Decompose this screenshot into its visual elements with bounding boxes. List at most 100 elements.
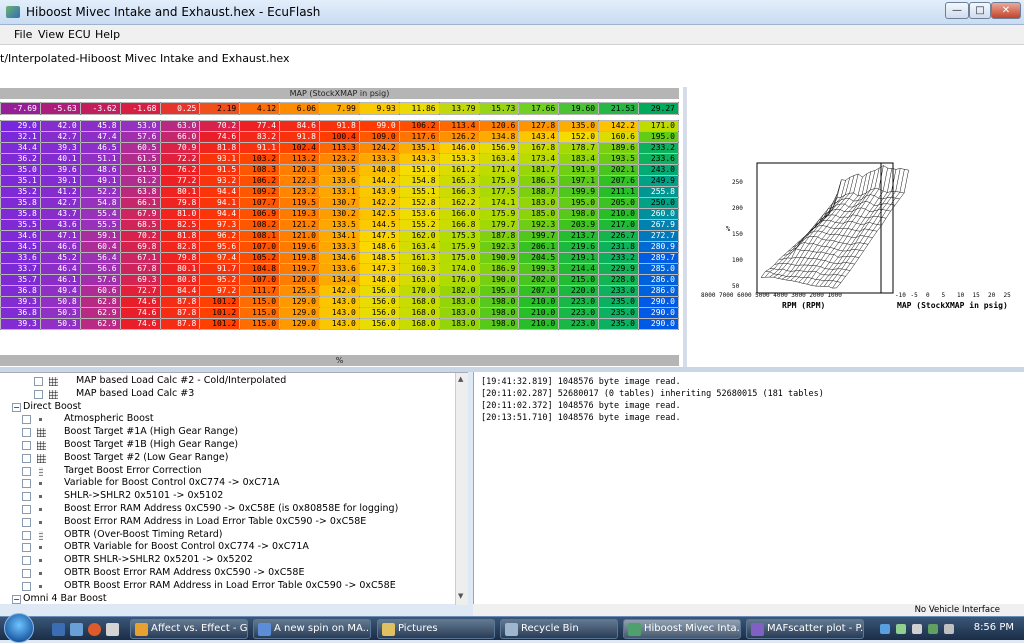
table-cell[interactable]: 210.0 (518, 296, 560, 308)
tree-item[interactable]: Boost Error RAM Address in Load Error Ta… (0, 516, 455, 529)
table-cell[interactable]: 153.3 (438, 153, 480, 165)
table-cell[interactable]: 147.5 (358, 230, 400, 242)
table-cell[interactable]: 35.2 (0, 186, 41, 198)
table-cell[interactable]: 119.8 (279, 252, 320, 264)
table-cell[interactable]: 54.8 (79, 197, 121, 209)
table-cell[interactable]: 198.0 (478, 318, 520, 330)
table-cell[interactable]: 107.7 (239, 197, 281, 209)
table-cell[interactable]: 223.0 (558, 296, 600, 308)
table-cell[interactable]: 133.3 (358, 153, 400, 165)
table-cell[interactable]: 91.5 (199, 164, 241, 176)
table-cell[interactable]: 63.0 (159, 120, 201, 132)
table-cell[interactable]: 198.0 (558, 208, 600, 220)
table-cell[interactable]: 146.0 (438, 142, 480, 154)
taskbar-button[interactable]: Affect vs. Effect - G... (130, 619, 248, 639)
taskbar-button[interactable]: Recycle Bin (500, 619, 618, 639)
explorer-icon[interactable] (70, 623, 83, 636)
tree-checkbox[interactable] (22, 556, 31, 566)
table-cell[interactable]: 91.7 (199, 263, 241, 275)
table-cell[interactable]: 70.2 (119, 230, 161, 242)
table-cell[interactable]: 156.0 (358, 296, 400, 308)
table-cell[interactable]: 49.4 (39, 285, 81, 297)
tree-checkbox[interactable] (22, 415, 31, 425)
x-axis-cell[interactable]: 0.25 (159, 102, 201, 115)
table-cell[interactable]: 39.3 (0, 318, 41, 330)
x-axis-cell[interactable]: -5.63 (39, 102, 81, 115)
table-cell[interactable]: 223.0 (558, 318, 600, 330)
table-cell[interactable]: 81.0 (159, 208, 201, 220)
table-cell[interactable]: 198.0 (478, 307, 520, 319)
table-cell[interactable]: 96.2 (199, 230, 241, 242)
table-cell[interactable]: 91.8 (319, 120, 360, 132)
table-cell[interactable]: 79.8 (159, 252, 201, 264)
table-cell[interactable]: 81.8 (159, 230, 201, 242)
tree-item[interactable]: SHLR->SHLR2 0x5101 -> 0x5102 (0, 490, 455, 503)
table-cell[interactable]: 87.8 (159, 307, 201, 319)
table-cell[interactable]: 185.0 (518, 208, 560, 220)
table-cell[interactable]: 33.6 (0, 252, 41, 264)
table-cell[interactable]: 59.1 (79, 230, 121, 242)
table-cell[interactable]: 42.7 (39, 131, 81, 143)
table-cell[interactable]: 56.4 (79, 252, 121, 264)
x-axis-cell[interactable]: 4.12 (239, 102, 281, 115)
table-cell[interactable]: 134.4 (319, 274, 360, 286)
table-cell[interactable]: 183.0 (438, 318, 480, 330)
table-cell[interactable]: 39.1 (39, 175, 81, 187)
table-cell[interactable]: 43.6 (39, 219, 81, 231)
table-cell[interactable]: 95.2 (199, 274, 241, 286)
tree-checkbox[interactable] (22, 543, 31, 553)
table-cell[interactable]: 166.0 (438, 208, 480, 220)
tree-checkbox[interactable] (22, 453, 31, 463)
table-cell[interactable]: 199.3 (518, 263, 560, 275)
table-cell[interactable]: 93.1 (199, 153, 241, 165)
tree-item[interactable]: Boost Target #1A (High Gear Range) (0, 426, 455, 439)
table-cell[interactable]: 84.6 (279, 120, 320, 132)
table-cell[interactable]: 97.3 (199, 219, 241, 231)
table-cell[interactable]: 130.5 (319, 164, 360, 176)
table-cell[interactable]: 107.0 (239, 241, 281, 253)
table-cell[interactable]: 50.3 (39, 318, 81, 330)
table-cell[interactable]: 134.8 (478, 131, 520, 143)
table-cell[interactable]: 133.6 (319, 175, 360, 187)
tree-item[interactable]: Boost Target #2 (Low Gear Range) (0, 452, 455, 465)
table-cell[interactable]: 154.8 (398, 175, 440, 187)
table-cell[interactable]: 175.0 (438, 252, 480, 264)
table-cell[interactable]: 178.7 (558, 142, 600, 154)
table-cell[interactable]: 197.1 (558, 175, 600, 187)
table-cell[interactable]: 134.6 (319, 252, 360, 264)
tree-item[interactable]: MAP based Load Calc #3 (0, 388, 455, 401)
table-cell[interactable]: 50.3 (39, 307, 81, 319)
table-cell[interactable]: 195.0 (638, 131, 679, 143)
table-cell[interactable]: 77.4 (239, 120, 281, 132)
table-cell[interactable]: 72.7 (119, 285, 161, 297)
table-cell[interactable]: 34.6 (0, 230, 41, 242)
table-cell[interactable]: 133.3 (319, 241, 360, 253)
table-cell[interactable]: 83.2 (239, 131, 281, 143)
table-cell[interactable]: 231.8 (598, 241, 639, 253)
table-cell[interactable]: 233.2 (598, 252, 639, 264)
table-cell[interactable]: 233.0 (598, 285, 639, 297)
table-cell[interactable]: 133.1 (319, 186, 360, 198)
table-cell[interactable]: 45.2 (39, 252, 81, 264)
table-cell[interactable]: 115.0 (239, 318, 281, 330)
menu-view[interactable]: View (38, 28, 64, 41)
table-cell[interactable]: 229.9 (598, 263, 639, 275)
table-cell[interactable]: 34.5 (0, 241, 41, 253)
tray-icon[interactable] (880, 624, 890, 634)
table-cell[interactable]: 290.0 (638, 296, 679, 308)
table-cell[interactable]: 156.0 (358, 307, 400, 319)
table-cell[interactable]: 35.0 (0, 164, 41, 176)
table-cell[interactable]: 211.1 (598, 186, 639, 198)
table-cell[interactable]: 249.9 (638, 175, 679, 187)
table-cell[interactable]: 108.2 (239, 219, 281, 231)
table-cell[interactable]: 190.0 (478, 274, 520, 286)
table-cell[interactable]: 105.2 (239, 252, 281, 264)
x-axis-cell[interactable]: 2.19 (199, 102, 241, 115)
table-cell[interactable]: 69.8 (119, 241, 161, 253)
x-axis-cell[interactable]: -7.69 (0, 102, 41, 115)
table-cell[interactable]: 272.7 (638, 230, 679, 242)
table-cell[interactable]: 163.0 (398, 274, 440, 286)
table-cell[interactable]: 203.9 (558, 219, 600, 231)
table-cell[interactable]: 120.6 (478, 120, 520, 132)
table-cell[interactable]: 161.3 (398, 252, 440, 264)
